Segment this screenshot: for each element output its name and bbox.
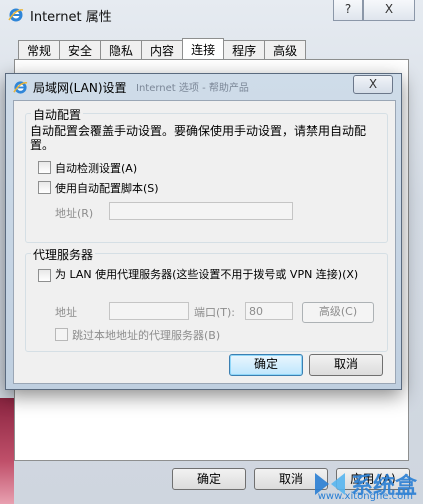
auto-detect-checkbox[interactable]: 自动检测设置(A): [38, 160, 137, 176]
bypass-local-label: 跳过本地地址的代理服务器(B): [72, 329, 221, 342]
bg-ok-button[interactable]: 确定: [172, 468, 246, 490]
tab-content[interactable]: 内容: [141, 40, 184, 61]
tab-privacy[interactable]: 隐私: [100, 40, 143, 61]
checkbox-box[interactable]: [38, 269, 51, 282]
use-proxy-checkbox[interactable]: 为 LAN 使用代理服务器(这些设置不用于拨号或 VPN 连接)(X): [38, 268, 378, 282]
close-button[interactable]: X: [363, 0, 415, 21]
lan-dialog-body: 自动配置 自动配置会覆盖手动设置。要确保使用手动设置，请禁用自动配置。 自动检测…: [13, 100, 396, 384]
ghost-title-text: Internet 选项 - 帮助产品: [136, 83, 249, 94]
auto-detect-label: 自动检测设置(A): [55, 162, 138, 175]
auto-config-label: 自动配置: [31, 106, 84, 123]
port-label: 端口(T):: [194, 306, 236, 319]
advanced-button[interactable]: 高级(C): [302, 302, 374, 323]
bypass-local-checkbox[interactable]: 跳过本地地址的代理服务器(B): [55, 327, 220, 343]
tab-general[interactable]: 常规: [18, 40, 61, 61]
tab-programs[interactable]: 程序: [223, 40, 266, 61]
proxy-group: 代理服务器 为 LAN 使用代理服务器(这些设置不用于拨号或 VPN 连接)(X…: [25, 246, 388, 352]
use-proxy-label: 为 LAN 使用代理服务器(这些设置不用于拨号或 VPN 连接)(X): [55, 268, 359, 281]
internet-explorer-icon: [13, 80, 28, 94]
script-address-field[interactable]: [109, 202, 293, 220]
use-script-checkbox[interactable]: 使用自动配置脚本(S): [38, 180, 159, 196]
internet-options-title: Internet 属性: [30, 9, 112, 25]
auto-config-description: 自动配置会覆盖手动设置。要确保使用手动设置，请禁用自动配置。: [30, 124, 367, 152]
lan-settings-dialog: 局域网(LAN)设置 Internet 选项 - 帮助产品 X 自动配置 自动配…: [5, 73, 402, 390]
auto-config-group: 自动配置 自动配置会覆盖手动设置。要确保使用手动设置，请禁用自动配置。 自动检测…: [25, 106, 388, 243]
checkbox-box[interactable]: [38, 161, 51, 174]
lan-dialog-title: 局域网(LAN)设置: [33, 80, 127, 95]
lan-ok-button[interactable]: 确定: [229, 354, 303, 376]
lan-close-button[interactable]: X: [353, 75, 393, 94]
desktop-background: [0, 398, 14, 504]
help-button[interactable]: ?: [333, 0, 363, 21]
proxy-address-field[interactable]: [109, 302, 189, 320]
proxy-address-label: 地址: [55, 306, 77, 319]
tab-security[interactable]: 安全: [59, 40, 102, 61]
checkbox-box[interactable]: [55, 328, 68, 341]
script-address-label: 地址(R): [55, 207, 94, 220]
proxy-label: 代理服务器: [31, 246, 96, 263]
watermark-url: www.xitonghe.com: [317, 491, 413, 502]
internet-options-titlebar: Internet 属性 ? X: [0, 0, 423, 30]
internet-explorer-icon: [8, 8, 24, 22]
options-tabs: 常规 安全 隐私 内容 连接 程序 高级: [18, 37, 307, 62]
checkbox-box[interactable]: [38, 181, 51, 194]
use-script-label: 使用自动配置脚本(S): [55, 182, 159, 195]
lan-cancel-button[interactable]: 取消: [309, 354, 383, 376]
port-field[interactable]: 80: [245, 302, 293, 320]
tab-advanced[interactable]: 高级: [264, 40, 307, 61]
